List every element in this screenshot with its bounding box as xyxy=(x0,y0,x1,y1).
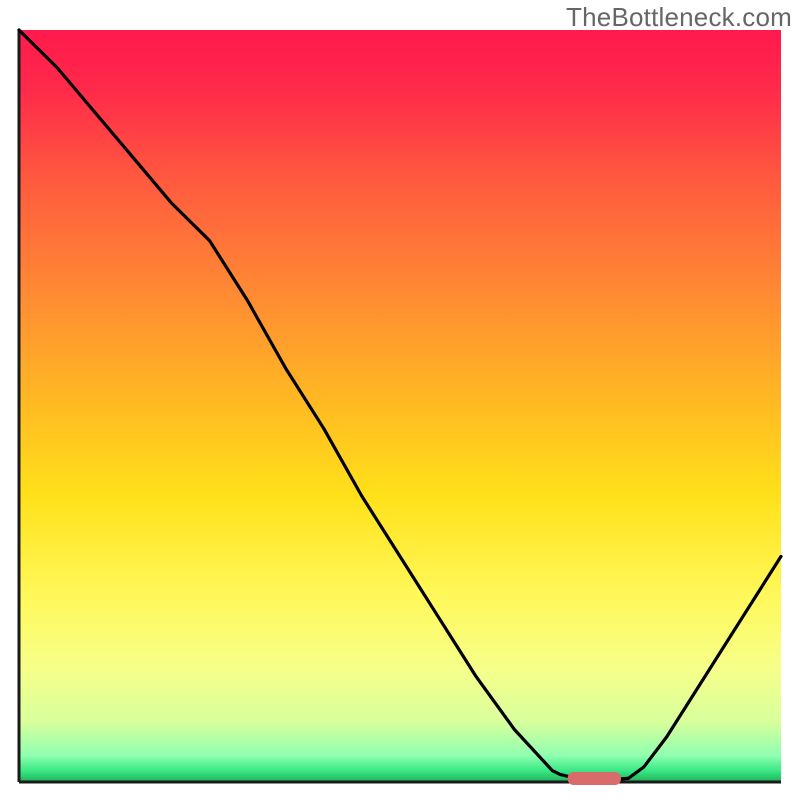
chart-stage: TheBottleneck.com xyxy=(0,0,800,800)
bottleneck-plot xyxy=(0,0,800,800)
optimal-marker xyxy=(568,772,621,785)
plot-background xyxy=(19,30,781,782)
